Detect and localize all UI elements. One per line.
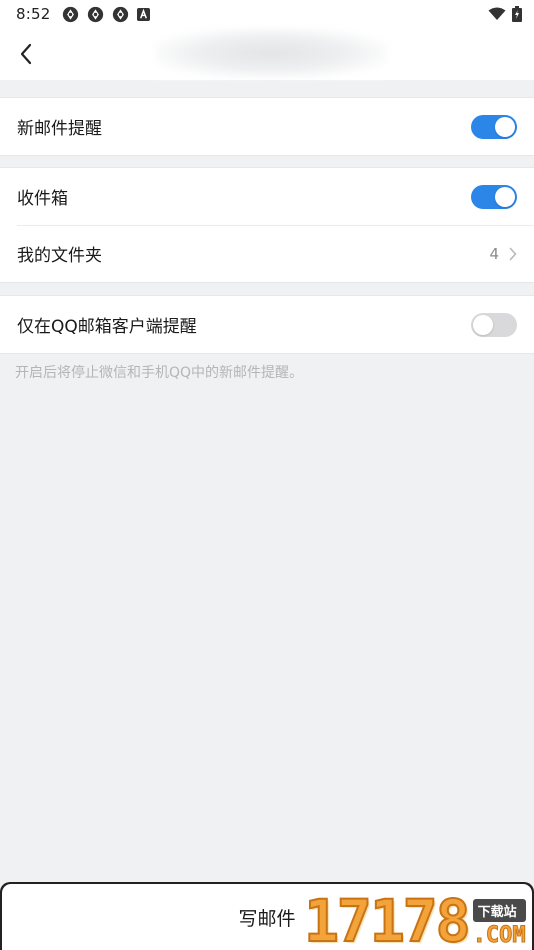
inbox-toggle[interactable] [471,184,517,209]
aperture-icon [63,6,79,22]
new-mail-alert-label: 新邮件提醒 [17,119,102,139]
watermark-number: 17178 [303,887,472,950]
group-new-mail: 新邮件提醒 [0,97,534,156]
nav-bar [0,28,534,80]
toggle-knob [473,314,493,335]
row-client-only: 仅在QQ邮箱客户端提醒 [0,296,534,353]
status-time: 8:52 [16,5,51,23]
nav-title-redacted [155,28,387,78]
group-folders: 收件箱 我的文件夹 4 [0,167,534,283]
watermark-tag: 下载站 [472,899,526,922]
watermark-right: 下载站 .COM [472,899,526,948]
new-mail-alert-toggle[interactable] [471,114,517,139]
font-a-icon [137,7,151,21]
my-folders-label: 我的文件夹 [17,246,102,266]
toggle-knob [495,186,515,207]
chevron-left-icon [20,43,32,65]
status-right [488,6,522,22]
watermark-logo: 17178 下载站 .COM [303,887,532,950]
row-new-mail-alert: 新邮件提醒 [0,98,534,155]
client-only-hint: 开启后将停止微信和手机QQ中的新邮件提醒。 [15,365,304,381]
wifi-icon [488,7,506,20]
group-client-only: 仅在QQ邮箱客户端提醒 [0,295,534,354]
client-only-toggle[interactable] [471,312,517,337]
aperture-icon [113,6,129,22]
my-folders-count: 4 [489,244,499,263]
compose-label: 写邮件 [238,907,296,930]
row-inbox: 收件箱 [0,168,534,225]
aperture-icon [88,6,104,22]
client-only-label: 仅在QQ邮箱客户端提醒 [17,317,197,337]
watermark-domain: .COM [472,923,526,948]
battery-charging-icon [512,6,522,22]
chevron-right-icon [509,247,517,260]
inbox-label: 收件箱 [17,189,68,209]
status-bar: 8:52 [0,0,534,28]
back-button[interactable] [10,38,42,70]
toggle-knob [495,116,515,137]
row-my-folders[interactable]: 我的文件夹 4 [0,225,534,282]
